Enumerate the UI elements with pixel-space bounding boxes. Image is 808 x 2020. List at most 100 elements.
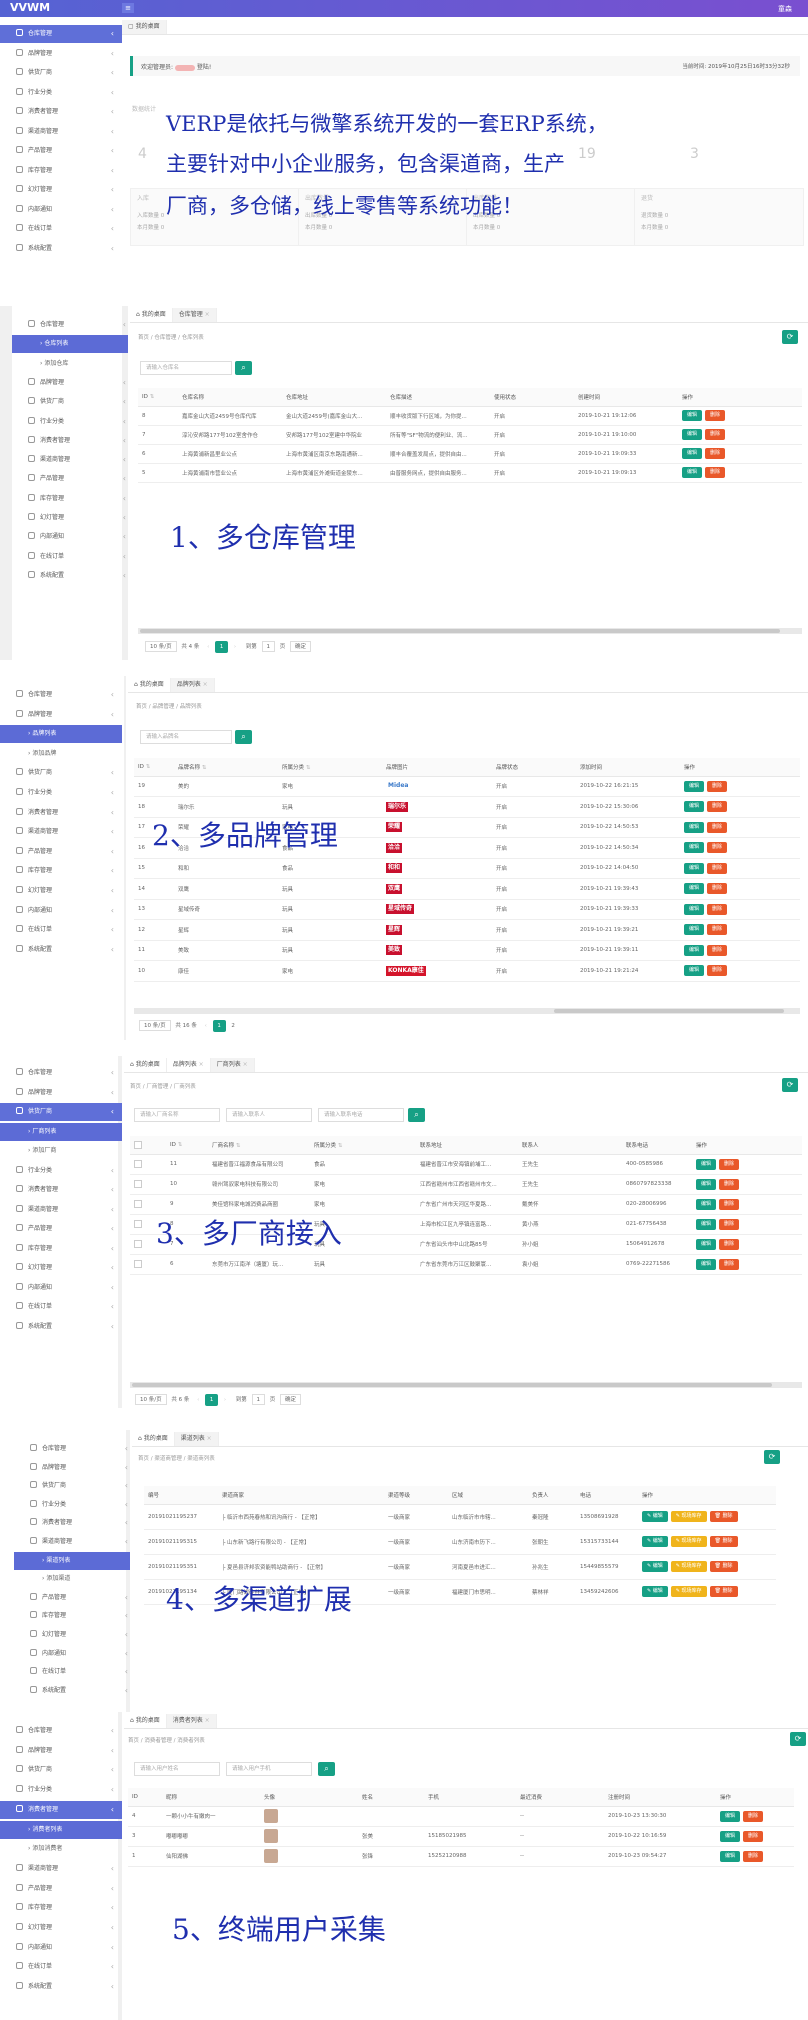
sidebar-item[interactable]: 系统配置 ‹ — [12, 567, 134, 585]
sidebar-item[interactable]: 在线订单 ‹ — [12, 548, 134, 566]
column-header[interactable]: 所属分类 ⇅ — [310, 1136, 416, 1155]
delete-button[interactable]: 删除 — [707, 965, 728, 977]
column-header[interactable]: ID ⇅ — [166, 1136, 208, 1155]
sidebar-item[interactable]: 系统配置 ‹ — [0, 1978, 122, 1996]
delete-button[interactable]: 删除 — [707, 842, 728, 854]
search-input[interactable]: 请输入品牌名 — [140, 730, 232, 744]
sidebar-item[interactable]: 仓库管理 ‹ — [14, 1440, 136, 1458]
page-size-select[interactable]: 10 条/页 — [135, 1394, 167, 1405]
delete-button[interactable]: 删除 — [707, 780, 728, 792]
sidebar-item[interactable]: 库存管理 ‹ — [0, 1240, 122, 1258]
column-header[interactable]: 联系地址 — [416, 1136, 518, 1155]
horizontal-scrollbar[interactable] — [134, 1008, 800, 1014]
sidebar-item[interactable]: 幻灯管理 ‹ — [0, 1919, 122, 1937]
sidebar-item[interactable]: 供货厂商 ‹ — [0, 64, 122, 82]
column-header[interactable]: 头像 — [260, 1788, 358, 1807]
sidebar-item[interactable]: 品牌管理 ‹ — [0, 706, 122, 724]
refresh-icon[interactable]: ⟳ — [790, 1732, 806, 1746]
edit-button[interactable]: 编辑 — [696, 1178, 717, 1190]
sidebar-item[interactable]: 库存管理 ‹ — [0, 1899, 122, 1917]
tab-item[interactable]: 品牌列表 × — [167, 1058, 211, 1072]
current-page[interactable]: 1 — [205, 1394, 219, 1406]
close-icon[interactable]: × — [205, 1435, 212, 1442]
search-button[interactable]: ⌕ — [235, 361, 252, 375]
close-icon[interactable]: × — [241, 1061, 248, 1068]
delete-button[interactable]: 删除 — [707, 821, 728, 833]
tab-item[interactable]: 渠道列表 × — [174, 1432, 219, 1446]
delete-button[interactable]: 删除 — [719, 1238, 740, 1250]
column-header[interactable]: 创建时间 — [574, 388, 678, 407]
sort-icon[interactable]: ⇅ — [144, 764, 151, 770]
delete-button[interactable]: 删除 — [719, 1158, 740, 1170]
column-header[interactable]: 最近消费 — [516, 1788, 604, 1807]
sidebar-item[interactable]: 系统配置 ‹ — [0, 941, 122, 959]
edit-button[interactable]: 编辑 — [684, 883, 705, 895]
prev-page[interactable]: ‹ — [207, 644, 209, 650]
search-button[interactable]: ⌕ — [408, 1108, 425, 1122]
sidebar-item[interactable]: 幻灯管理 ‹ — [0, 181, 122, 199]
next-page[interactable]: › — [234, 644, 236, 650]
close-icon[interactable]: × — [197, 1061, 204, 1068]
sidebar-item[interactable]: 内部通知 ‹ — [12, 528, 134, 546]
sort-icon[interactable]: ⇅ — [148, 394, 155, 400]
edit-button[interactable]: 编辑 — [684, 924, 705, 936]
edit-button[interactable]: 编辑 — [684, 903, 705, 915]
sidebar-item[interactable]: 消费者管理 ‹ — [0, 1181, 122, 1199]
delete-button[interactable]: 删除 — [707, 801, 728, 813]
refresh-icon[interactable]: ⟳ — [764, 1450, 780, 1464]
edit-button[interactable]: 编辑 — [696, 1198, 717, 1210]
horizontal-scrollbar[interactable] — [138, 628, 802, 634]
column-header[interactable]: 联系人 — [518, 1136, 622, 1155]
column-header[interactable]: 联系电话 — [622, 1136, 692, 1155]
sidebar-item[interactable]: 库存管理 ‹ — [12, 490, 134, 508]
column-header[interactable]: 品牌名称 ⇅ — [174, 758, 278, 777]
next-page[interactable]: › — [224, 1397, 226, 1403]
select-all-checkbox[interactable] — [134, 1140, 142, 1149]
edit-button[interactable]: ✎ 编辑 — [642, 1536, 668, 1547]
column-header[interactable]: 品牌状态 — [492, 758, 576, 777]
edit-button[interactable]: 编辑 — [720, 1850, 741, 1862]
close-icon[interactable]: × — [203, 1717, 210, 1724]
delete-button[interactable]: 删除 — [707, 944, 728, 956]
sidebar-item[interactable]: 行业分类 ‹ — [0, 1781, 122, 1799]
delete-button[interactable]: 删除 — [719, 1178, 740, 1190]
refresh-icon[interactable]: ⟳ — [782, 1078, 798, 1092]
goto-confirm-button[interactable]: 确定 — [290, 641, 312, 652]
sidebar-item[interactable]: 仓库管理 ‹ — [0, 686, 122, 704]
sidebar-item[interactable]: 内部通知 ‹ — [0, 1939, 122, 1957]
sidebar-item[interactable]: 在线订单 ‹ — [0, 1958, 122, 1976]
tab-item[interactable]: 仓库管理 × — [172, 308, 217, 322]
sidebar-item[interactable]: 内部通知 ‹ — [0, 201, 122, 219]
row-checkbox[interactable] — [134, 1160, 142, 1168]
sidebar-item[interactable]: 系统配置 ‹ — [0, 1318, 122, 1336]
delete-button[interactable]: 删除 — [705, 410, 726, 421]
sidebar-item[interactable]: 渠道商管理 ‹ — [0, 1860, 122, 1878]
refresh-icon[interactable]: ⟳ — [782, 330, 798, 344]
delete-button[interactable]: 删除 — [705, 448, 726, 459]
sort-icon[interactable]: ⇅ — [234, 1143, 241, 1149]
tab-item[interactable]: ⌂ 我的桌面 — [130, 308, 173, 322]
sidebar-item[interactable]: › 消费者列表 — [0, 1820, 122, 1839]
horizontal-scrollbar[interactable] — [130, 1382, 802, 1388]
menu-toggle-icon[interactable]: ≡ — [122, 3, 134, 13]
edit-button[interactable]: 编辑 — [720, 1810, 741, 1822]
contact-input[interactable]: 请输入联系人 — [226, 1108, 312, 1122]
sidebar-item[interactable]: 库存管理 ‹ — [14, 1607, 136, 1625]
column-header[interactable]: 仓库描述 — [386, 388, 490, 407]
goto-confirm-button[interactable]: 确定 — [280, 1394, 302, 1405]
sidebar-item[interactable]: 产品管理 ‹ — [12, 470, 134, 488]
column-header[interactable]: ID — [128, 1788, 162, 1807]
sidebar-item[interactable]: 在线订单 ‹ — [0, 220, 122, 238]
edit-button[interactable]: 编辑 — [720, 1830, 741, 1842]
delete-button[interactable]: 删除 — [705, 429, 726, 440]
tab-item[interactable]: 品牌列表 × — [170, 678, 215, 692]
edit-button[interactable]: 编辑 — [684, 862, 705, 874]
sidebar-item[interactable]: 品牌管理 ‹ — [0, 1084, 122, 1102]
sidebar-item[interactable]: 仓库管理 ‹ — [12, 316, 134, 334]
delete-button[interactable]: 删除 — [743, 1850, 764, 1862]
factory-name-input[interactable]: 请输入厂商名称 — [134, 1108, 220, 1122]
edit-button[interactable]: ✎ 编辑 — [642, 1561, 668, 1572]
row-checkbox[interactable] — [134, 1180, 142, 1188]
column-header[interactable]: 渠道商家 — [218, 1486, 384, 1505]
delete-button[interactable]: 删除 — [719, 1218, 740, 1230]
